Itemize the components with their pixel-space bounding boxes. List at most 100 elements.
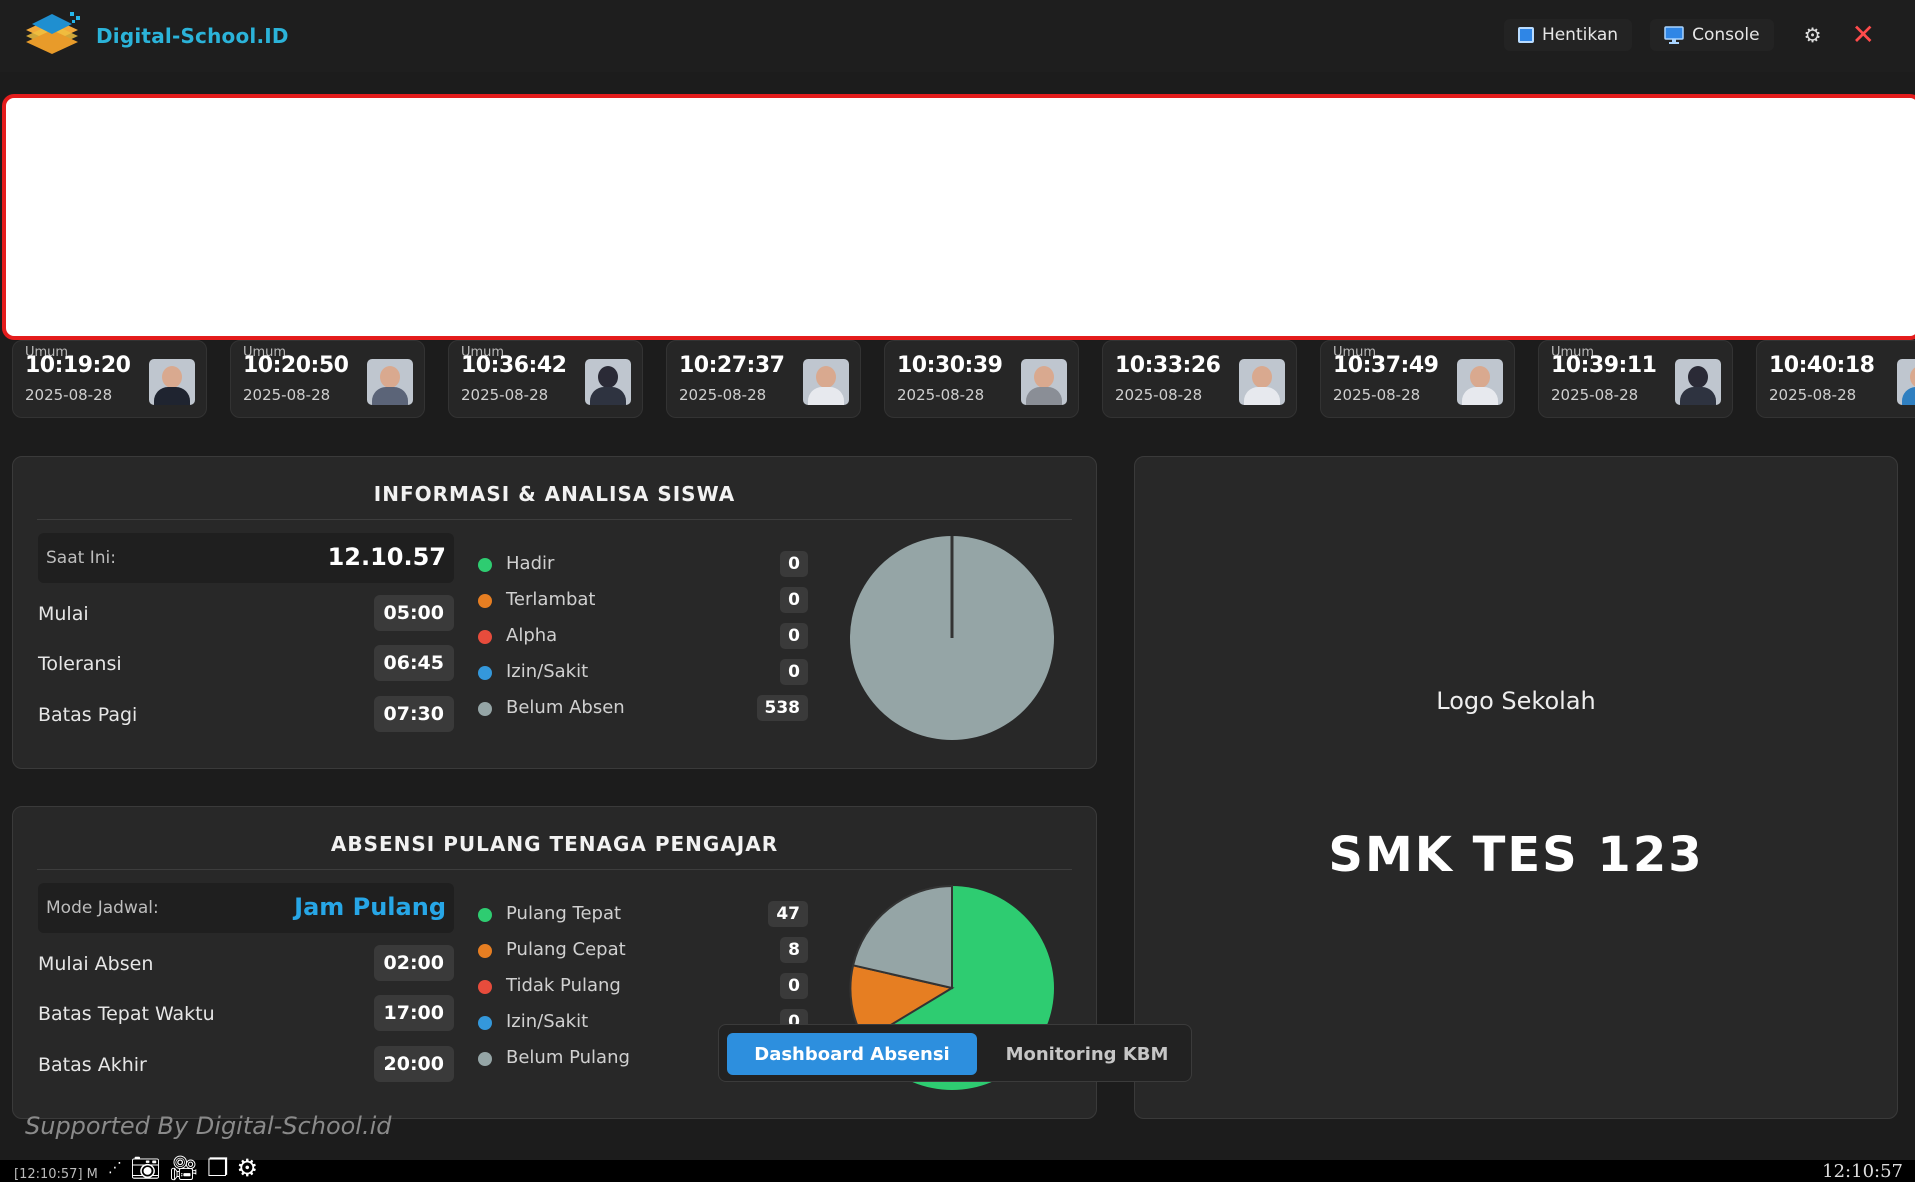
legend-label: Pulang Cepat [506, 939, 626, 960]
legend-belum-absen: Belum Absen 538 [478, 693, 808, 723]
attendance-card[interactable]: Umum 10:20:50 2025-08-28 [230, 340, 425, 418]
card-time: 10:40:18 [1769, 353, 1875, 378]
avatar [1897, 359, 1915, 405]
legend-count: 0 [780, 973, 808, 999]
row-label: Toleransi [38, 653, 122, 675]
legend-pulang-cepat: Pulang Cepat 8 [478, 935, 808, 965]
monitor-icon [1664, 25, 1684, 44]
window-icon[interactable]: ❐ [207, 1154, 229, 1182]
legend-dot [478, 980, 492, 994]
legend-count: 0 [780, 587, 808, 613]
panel-title: ABSENSI PULANG TENAGA PENGAJAR [330, 832, 779, 856]
legend-label: Hadir [506, 553, 555, 574]
panel-title: INFORMASI & ANALISA SISWA [373, 482, 736, 506]
legend-count: 0 [780, 659, 808, 685]
recent-attendance-strip: Umum 10:19:20 2025-08-28 Umum 10:20:50 2… [12, 340, 1915, 420]
legend-count: 0 [780, 551, 808, 577]
legend-alpha: Alpha 0 [478, 621, 808, 651]
legend-label: Izin/Sakit [506, 1011, 589, 1032]
avatar [1675, 359, 1721, 405]
card-time: 10:20:50 [243, 353, 349, 378]
settings-gear-icon[interactable]: ⚙ [236, 1154, 258, 1182]
attendance-card[interactable]: 10:27:37 2025-08-28 [666, 340, 861, 418]
banner-panel [2, 94, 1915, 340]
card-time: 10:19:20 [25, 353, 131, 378]
row-value: 17:00 [373, 995, 454, 1031]
close-icon[interactable]: ✕ [1852, 18, 1875, 51]
student-attendance-pie [850, 536, 1054, 740]
schedule-mode-value: Jam Pulang [294, 893, 446, 921]
pin-icon[interactable]: ⋰ [108, 1160, 122, 1176]
supported-by-footer: Supported By Digital-School.id [25, 1112, 392, 1140]
legend-count: 538 [756, 695, 808, 721]
settings-gear-icon[interactable]: ⚙ [1792, 23, 1834, 47]
legend-count: 8 [780, 937, 808, 963]
morning-limit-row: Batas Pagi 07:30 [13, 696, 454, 736]
card-date: 2025-08-28 [243, 386, 331, 404]
current-time-box: Saat Ini: 12.10.57 [38, 533, 454, 583]
card-date: 2025-08-28 [679, 386, 767, 404]
legend-label: Belum Pulang [506, 1047, 630, 1068]
legend-label: Alpha [506, 625, 558, 646]
brand: Digital-School.ID [22, 10, 289, 62]
status-bar: [12:10:57] M ⋰ 📷︎ 🎥︎ ❐ ⚙ 12:10:57 [0, 1154, 1915, 1182]
attendance-card[interactable]: 10:30:39 2025-08-28 [884, 340, 1079, 418]
attendance-card[interactable]: 10:33:26 2025-08-28 [1102, 340, 1297, 418]
card-date: 2025-08-28 [1333, 386, 1421, 404]
current-time-label: Saat Ini: [46, 548, 116, 568]
attendance-card[interactable]: Umum 10:36:42 2025-08-28 [448, 340, 643, 418]
card-time: 10:27:37 [679, 353, 785, 378]
card-time: 10:37:49 [1333, 353, 1439, 378]
view-tab-switcher: Dashboard Absensi Monitoring KBM [718, 1024, 1192, 1082]
legend-hadir: Hadir 0 [478, 549, 808, 579]
legend-dot [478, 702, 492, 716]
legend-label: Izin/Sakit [506, 661, 589, 682]
attendance-card[interactable]: Umum 10:37:49 2025-08-28 [1320, 340, 1515, 418]
legend-dot [478, 666, 492, 680]
school-name: SMK TES 123 [1328, 827, 1704, 883]
row-value: 06:45 [373, 645, 454, 681]
card-time: 10:33:26 [1115, 353, 1221, 378]
stop-button[interactable]: Hentikan [1503, 18, 1633, 51]
legend-label: Tidak Pulang [506, 975, 621, 996]
row-value: 05:00 [373, 595, 454, 631]
camera-icon[interactable]: 📷︎ [130, 1154, 160, 1182]
console-button[interactable]: Console [1650, 18, 1774, 51]
console-label: Console [1692, 24, 1760, 45]
legend-dot [478, 594, 492, 608]
current-time-value: 12.10.57 [327, 543, 446, 571]
graduation-cap-logo-icon [26, 12, 80, 54]
school-logo-placeholder: Logo Sekolah [1436, 687, 1596, 715]
legend-dot [478, 558, 492, 572]
avatar [803, 359, 849, 405]
avatar [367, 359, 413, 405]
stop-square-icon [1517, 26, 1534, 43]
legend-dot [478, 1016, 492, 1030]
attendance-card[interactable]: Umum 10:39:11 2025-08-28 [1538, 340, 1733, 418]
final-limit-row: Batas Akhir 20:00 [13, 1046, 454, 1086]
row-label: Mulai [38, 603, 89, 625]
card-date: 2025-08-28 [461, 386, 549, 404]
legend-count: 0 [780, 623, 808, 649]
avatar [1239, 359, 1285, 405]
start-row: Mulai 05:00 [13, 595, 454, 635]
row-label: Batas Akhir [38, 1054, 147, 1076]
legend-dot [478, 944, 492, 958]
card-time: 10:30:39 [897, 353, 1003, 378]
avatar [149, 359, 195, 405]
legend-dot [478, 1052, 492, 1066]
avatar [1021, 359, 1067, 405]
attendance-card[interactable]: Umum 10:19:20 2025-08-28 [12, 340, 207, 418]
tab-monitoring-kbm[interactable]: Monitoring KBM [989, 1033, 1185, 1075]
legend-label: Pulang Tepat [506, 903, 622, 924]
legend-dot [478, 630, 492, 644]
row-label: Mulai Absen [38, 953, 154, 975]
legend-label: Terlambat [506, 589, 596, 610]
video-camera-icon[interactable]: 🎥︎ [168, 1154, 198, 1182]
attendance-card[interactable]: 10:40:18 2025-08-28 [1756, 340, 1915, 418]
card-time: 10:36:42 [461, 353, 567, 378]
tab-dashboard-absensi[interactable]: Dashboard Absensi [727, 1033, 977, 1075]
on-time-limit-row: Batas Tepat Waktu 17:00 [13, 995, 454, 1035]
card-date: 2025-08-28 [1769, 386, 1857, 404]
card-date: 2025-08-28 [25, 386, 113, 404]
